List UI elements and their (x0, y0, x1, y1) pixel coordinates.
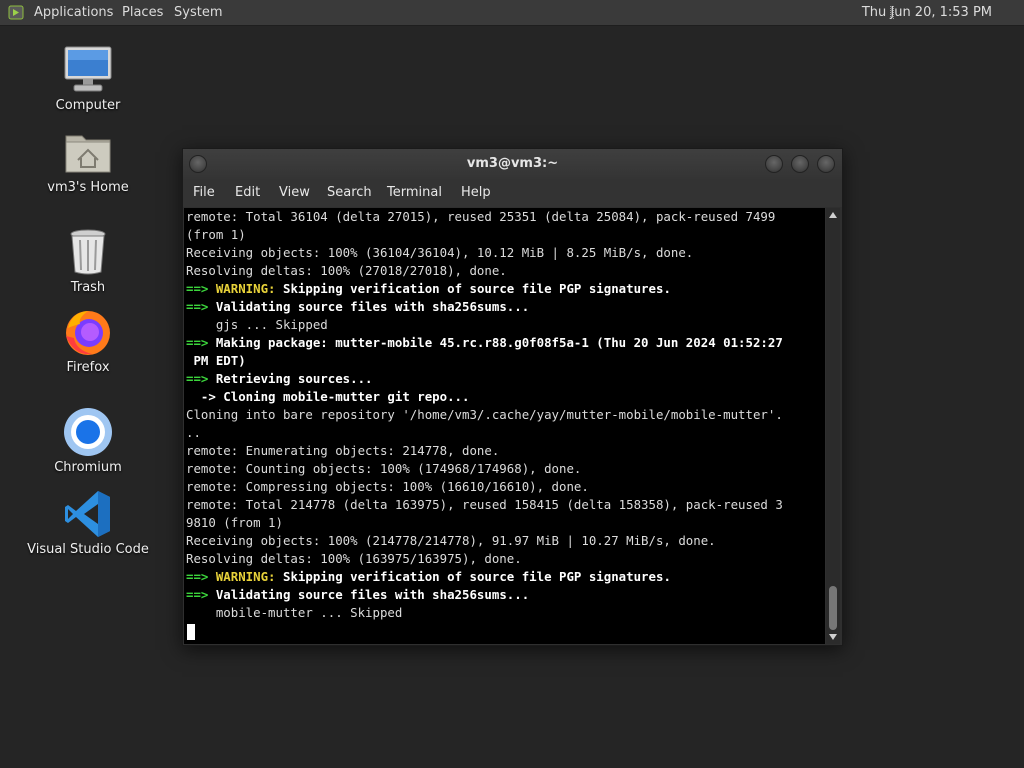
scroll-down-arrow-icon[interactable] (829, 634, 837, 640)
terminal-text-segment: gjs ... Skipped (186, 317, 328, 332)
terminal-text-segment: Validating source files with sha256sums.… (215, 587, 530, 602)
terminal-text-segment: Making package: mutter-mobile 45.rc.r88.… (215, 335, 783, 350)
terminal-output[interactable]: remote: Total 36104 (delta 27015), reuse… (184, 208, 825, 644)
terminal-scrollbar[interactable] (826, 208, 840, 644)
terminal-text-segment: remote: Total 214778 (delta 163975), reu… (186, 497, 783, 512)
terminal-text-segment: (from 1) (186, 227, 246, 242)
terminal-text-segment: ==> (186, 299, 216, 314)
terminal-line: remote: Compressing objects: 100% (16610… (186, 478, 589, 496)
close-button[interactable] (817, 155, 835, 173)
terminal-line: ==> WARNING: Skipping verification of so… (186, 280, 671, 298)
home-folder-icon (62, 126, 114, 178)
terminal-text-segment: ==> (186, 281, 216, 296)
terminal-text-segment: -> Cloning mobile-mutter git repo... (186, 389, 470, 404)
terminal-line: .. (186, 424, 201, 442)
applications-menu-icon[interactable] (8, 5, 24, 20)
terminal-text-segment: remote: Counting objects: 100% (174968/1… (186, 461, 582, 476)
terminal-text-segment: Retrieving sources... (215, 371, 373, 386)
terminal-line: Receiving objects: 100% (36104/36104), 1… (186, 244, 693, 262)
window-menu-button[interactable] (189, 155, 207, 173)
terminal-line: gjs ... Skipped (186, 316, 328, 334)
terminal-line: remote: Counting objects: 100% (174968/1… (186, 460, 581, 478)
menu-search[interactable]: Search (327, 179, 372, 207)
menu-help[interactable]: Help (461, 179, 491, 207)
trash-icon (62, 226, 114, 278)
terminal-text-segment: Skipping verification of source file PGP… (275, 569, 671, 584)
terminal-text-segment: ==> (186, 371, 216, 386)
terminal-line: -> Cloning mobile-mutter git repo... (186, 388, 470, 406)
desktop-icon-computer[interactable]: Computer (18, 44, 158, 113)
maximize-button[interactable] (791, 155, 809, 173)
desktop-icon-label: Trash (70, 280, 106, 295)
terminal-line: ==> Validating source files with sha256s… (186, 586, 529, 604)
terminal-text-segment: Cloning into bare repository '/home/vm3/… (186, 407, 783, 422)
terminal-line: (from 1) (186, 226, 246, 244)
text-cursor (187, 624, 195, 640)
terminal-text-segment: ==> (186, 335, 216, 350)
terminal-line: Resolving deltas: 100% (163975/163975), … (186, 550, 522, 568)
terminal-text-segment: Resolving deltas: 100% (163975/163975), … (186, 551, 522, 566)
window-titlebar[interactable]: vm3@vm3:~ (183, 149, 842, 179)
terminal-line: ==> Validating source files with sha256s… (186, 298, 529, 316)
menu-file[interactable]: File (193, 179, 215, 207)
terminal-text-segment: .. (186, 425, 201, 440)
desktop-icon-label: Visual Studio Code (27, 542, 149, 557)
desktop-icon-firefox[interactable]: Firefox (18, 306, 158, 375)
scrollbar-thumb[interactable] (829, 586, 837, 630)
terminal-line: 9810 (from 1) (186, 514, 283, 532)
desktop-icon-chromium[interactable]: Chromium (18, 406, 158, 475)
desktop-icon-label: Computer (55, 98, 121, 113)
terminal-text-segment: Receiving objects: 100% (36104/36104), 1… (186, 245, 694, 260)
terminal-text-segment: Validating source files with sha256sums.… (215, 299, 530, 314)
firefox-icon (62, 306, 114, 358)
terminal-text-segment: Skipping verification of source file PGP… (275, 281, 671, 296)
scroll-up-arrow-icon[interactable] (829, 212, 837, 218)
panel-menu-places[interactable]: Places (122, 0, 163, 25)
terminal-line: mobile-mutter ... Skipped (186, 604, 403, 622)
menu-terminal[interactable]: Terminal (387, 179, 442, 207)
terminal-text-segment: ==> (186, 587, 216, 602)
menu-edit[interactable]: Edit (235, 179, 260, 207)
terminal-text-segment: Resolving deltas: 100% (27018/27018), do… (186, 263, 507, 278)
terminal-line: Cloning into bare repository '/home/vm3/… (186, 406, 783, 424)
terminal-text-segment: remote: Compressing objects: 100% (16610… (186, 479, 589, 494)
minimize-button[interactable] (765, 155, 783, 173)
terminal-text-segment: WARNING: (215, 569, 276, 584)
top-panel: Applications Places System Thu Jun 20, 1… (0, 0, 1024, 26)
desktop-icon-label: Firefox (66, 360, 110, 375)
terminal-text-segment: remote: Total 36104 (delta 27015), reuse… (186, 209, 776, 224)
terminal-line: Receiving objects: 100% (214778/214778),… (186, 532, 716, 550)
desktop-icon-vscode[interactable]: Visual Studio Code (18, 488, 158, 557)
terminal-line: ==> Making package: mutter-mobile 45.rc.… (186, 334, 783, 352)
terminal-text-segment: 9810 (from 1) (186, 515, 283, 530)
terminal-line: Resolving deltas: 100% (27018/27018), do… (186, 262, 507, 280)
terminal-text-segment: PM EDT) (186, 353, 246, 368)
menu-view[interactable]: View (279, 179, 310, 207)
chromium-icon (62, 406, 114, 458)
terminal-text-segment: remote: Enumerating objects: 214778, don… (186, 443, 500, 458)
panel-menu-system[interactable]: System (174, 0, 222, 25)
terminal-text-segment: mobile-mutter ... Skipped (186, 605, 403, 620)
panel-menu-applications[interactable]: Applications (34, 0, 113, 25)
desktop-icon-home[interactable]: vm3's Home (18, 126, 158, 195)
terminal-line: remote: Total 214778 (delta 163975), reu… (186, 496, 783, 514)
terminal-line: ==> Retrieving sources... (186, 370, 373, 388)
desktop-icon-label: Chromium (54, 460, 122, 475)
computer-icon (62, 44, 114, 96)
terminal-window[interactable]: vm3@vm3:~ File Edit View Search Terminal… (182, 148, 843, 646)
clock[interactable]: Thu Jun 20, 1:53 PM (862, 0, 992, 25)
desktop-icon-label: vm3's Home (47, 180, 129, 195)
terminal-menubar: File Edit View Search Terminal Help (183, 179, 842, 207)
terminal-line: remote: Enumerating objects: 214778, don… (186, 442, 499, 460)
terminal-line: ==> WARNING: Skipping verification of so… (186, 568, 671, 586)
window-title: vm3@vm3:~ (466, 156, 559, 171)
terminal-text-segment: WARNING: (215, 281, 276, 296)
desktop-icon-trash[interactable]: Trash (18, 226, 158, 295)
terminal-text-segment: ==> (186, 569, 216, 584)
terminal-text-segment: Receiving objects: 100% (214778/214778),… (186, 533, 716, 548)
vscode-icon (62, 488, 114, 540)
terminal-line: remote: Total 36104 (delta 27015), reuse… (186, 208, 775, 226)
terminal-line: PM EDT) (186, 352, 246, 370)
